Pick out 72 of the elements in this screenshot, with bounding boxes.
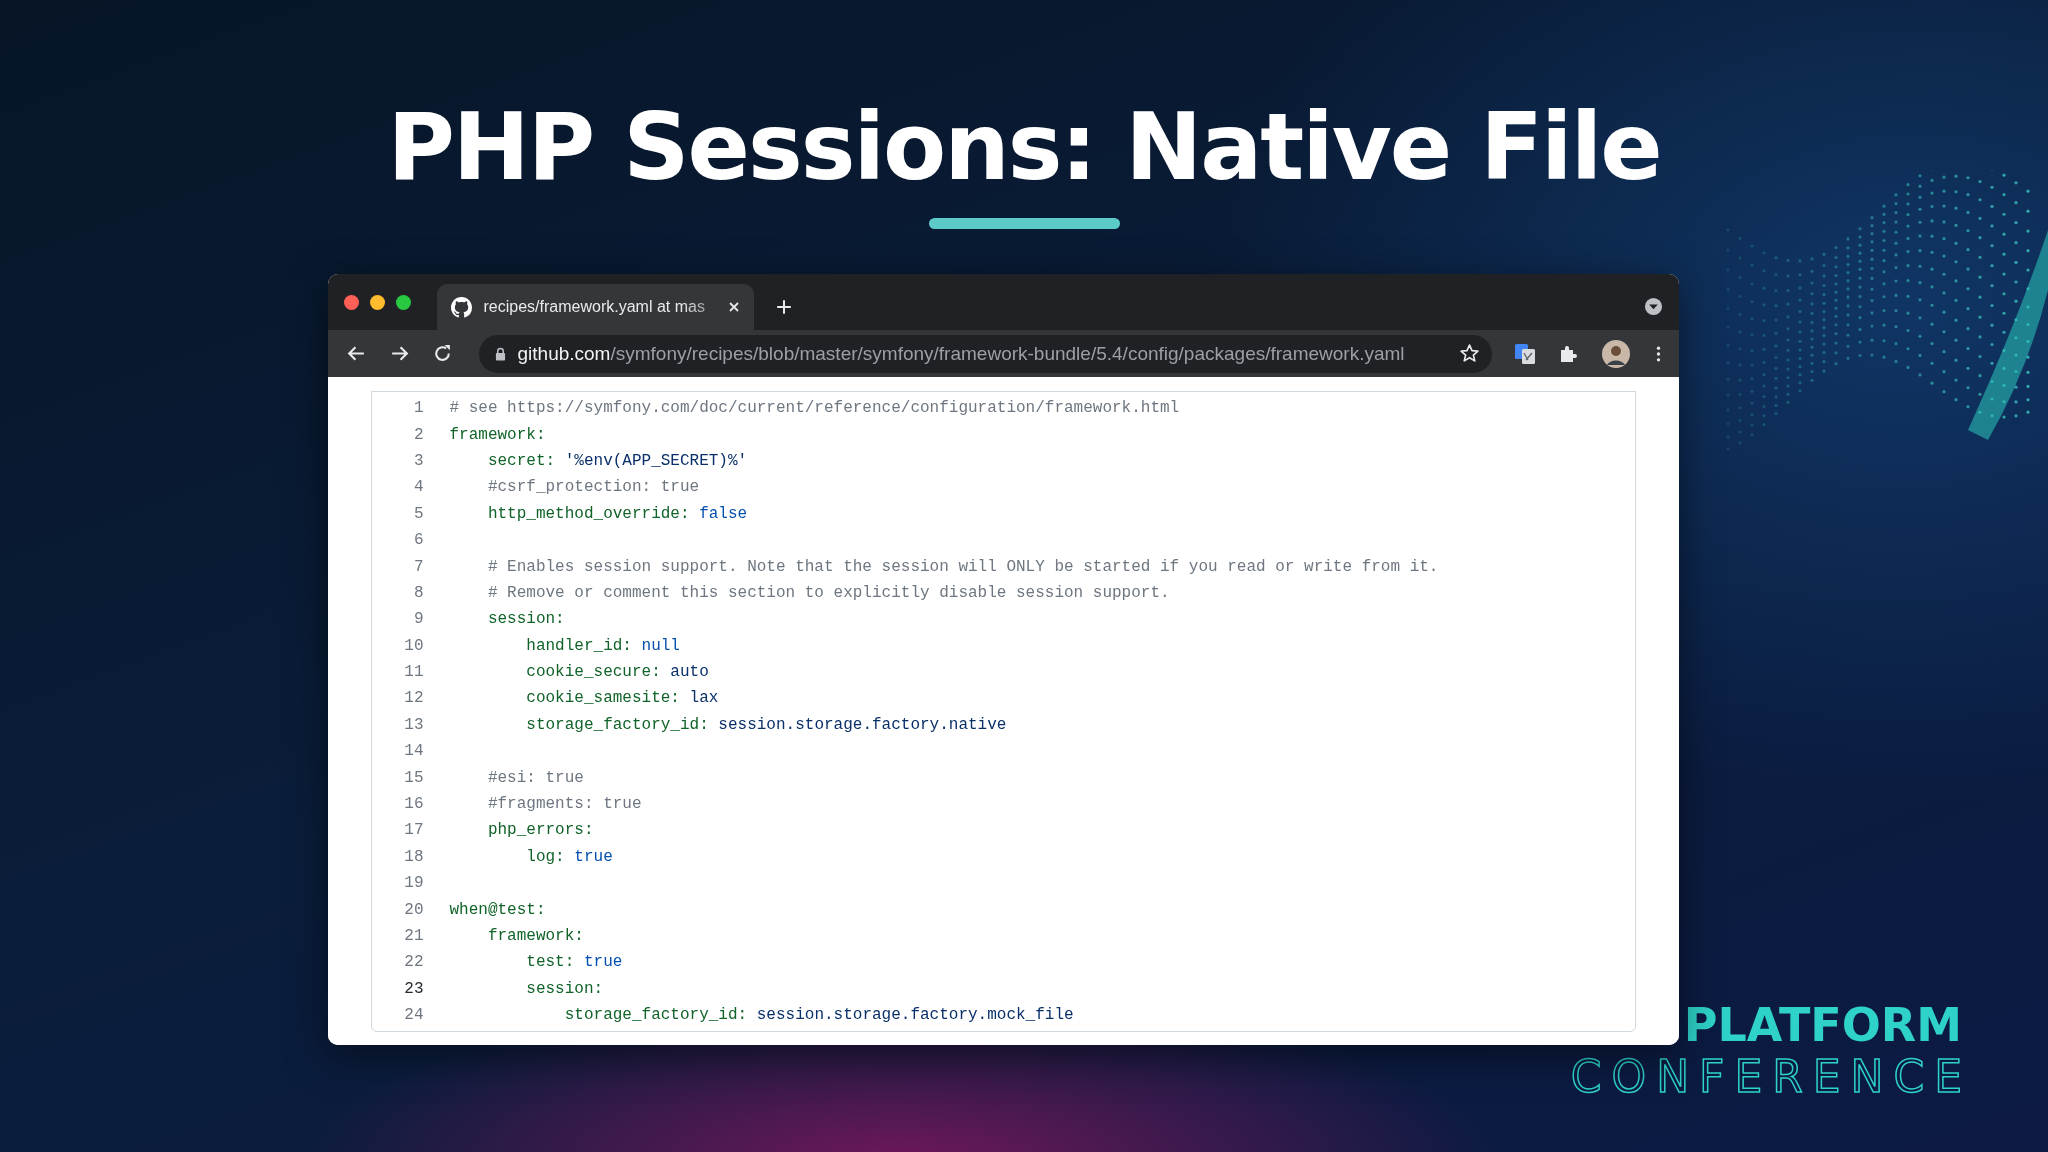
- yaml-value: '%env(APP_SECRET)%': [564, 451, 748, 470]
- code-comment: #esi: true: [487, 768, 584, 787]
- code-comment: # see https://symfony.com/doc/current/reference/configuration/framework.html: [449, 399, 1180, 418]
- logo-wordmark: PLATFORM: [1683, 998, 1962, 1052]
- yaml-value: session.storage.factory.native: [718, 715, 1007, 734]
- yaml-key: http_method_override:: [487, 504, 690, 523]
- address-bar[interactable]: github.com/symfony/recipes/blob/master/symfony/framework-bundle/5.4/config/packages/framework.yaml: [478, 334, 1492, 373]
- yaml-literal: null: [641, 636, 680, 655]
- line-number: 18: [403, 847, 424, 866]
- logo-subtitle: CONFERENCE: [1570, 1052, 1972, 1102]
- tab-title: recipes/framework.yaml at mas: [483, 298, 706, 316]
- line-number: 20: [403, 900, 424, 919]
- close-window-button[interactable]: [343, 294, 359, 310]
- line-number: 6: [412, 531, 424, 550]
- line-number: 16: [403, 795, 424, 814]
- line-number: 1: [412, 399, 424, 418]
- yaml-key: framework:: [487, 927, 584, 945]
- yaml-key: storage_factory_id:: [564, 1006, 748, 1025]
- yaml-literal: false: [699, 504, 748, 523]
- line-number: 17: [403, 821, 424, 840]
- yaml-key: php_errors:: [487, 821, 594, 840]
- yaml-literal: true: [574, 847, 613, 866]
- line-number: 3: [412, 451, 424, 470]
- line-number: 21: [403, 927, 424, 945]
- new-tab-icon[interactable]: [775, 299, 792, 315]
- yaml-key: cookie_secure:: [526, 663, 661, 682]
- yaml-value: session.storage.factory.mock_file: [756, 1006, 1074, 1025]
- yaml-value: lax: [689, 689, 719, 708]
- line-number: 15: [403, 768, 424, 787]
- slide-title: PHP Sessions: Native File: [387, 93, 1661, 203]
- line-number: 19: [403, 874, 424, 893]
- line-number: 2: [412, 425, 424, 444]
- line-number: 5: [412, 504, 424, 523]
- line-number: 22: [403, 953, 424, 972]
- code-comment: #fragments: true: [487, 795, 642, 814]
- line-number: 13: [403, 715, 424, 734]
- line-number: 23: [403, 979, 424, 998]
- yaml-value: auto: [670, 663, 709, 682]
- translate-icon[interactable]: [1513, 342, 1536, 365]
- line-number: 8: [412, 583, 424, 602]
- line-number: 10: [403, 636, 424, 655]
- github-icon: [450, 296, 472, 318]
- yaml-key: framework:: [449, 425, 546, 444]
- lock-icon: [494, 346, 506, 361]
- dropdown-icon[interactable]: [1643, 296, 1663, 316]
- yaml-key: session:: [526, 979, 604, 998]
- yaml-literal: true: [583, 953, 623, 972]
- line-number: 4: [412, 478, 424, 497]
- bookmark-star-icon[interactable]: [1458, 343, 1480, 364]
- code-comment: #csrf_protection: true: [487, 478, 700, 497]
- yaml-key: secret:: [487, 451, 556, 470]
- yaml-key: log:: [526, 847, 565, 866]
- line-number: 24: [403, 1006, 424, 1025]
- yaml-key: test:: [526, 953, 575, 972]
- line-number: 12: [403, 689, 424, 708]
- yaml-key: session:: [487, 610, 565, 629]
- zoom-window-button[interactable]: [395, 294, 411, 310]
- line-number: 11: [403, 663, 424, 682]
- line-number: 7: [412, 557, 424, 576]
- line-number: 9: [412, 610, 424, 629]
- yaml-key: handler_id:: [526, 636, 632, 655]
- line-number: 14: [403, 742, 424, 761]
- yaml-key: when@test:: [449, 900, 546, 919]
- close-icon[interactable]: [727, 301, 740, 313]
- more-menu-icon[interactable]: [1655, 344, 1661, 363]
- browser-tab[interactable]: recipes/framework.yaml at mas: [436, 284, 754, 330]
- avatar-icon[interactable]: [1601, 339, 1630, 368]
- code-comment: # Remove or comment this section to explicitly disable session support.: [487, 583, 1170, 602]
- minimize-window-button[interactable]: [369, 294, 385, 310]
- yaml-key: storage_factory_id:: [526, 715, 709, 734]
- yaml-key: cookie_samesite:: [526, 689, 680, 708]
- code-comment: # Enables session support. Note that the session will ONLY be started if you read or write from it.: [487, 557, 1439, 576]
